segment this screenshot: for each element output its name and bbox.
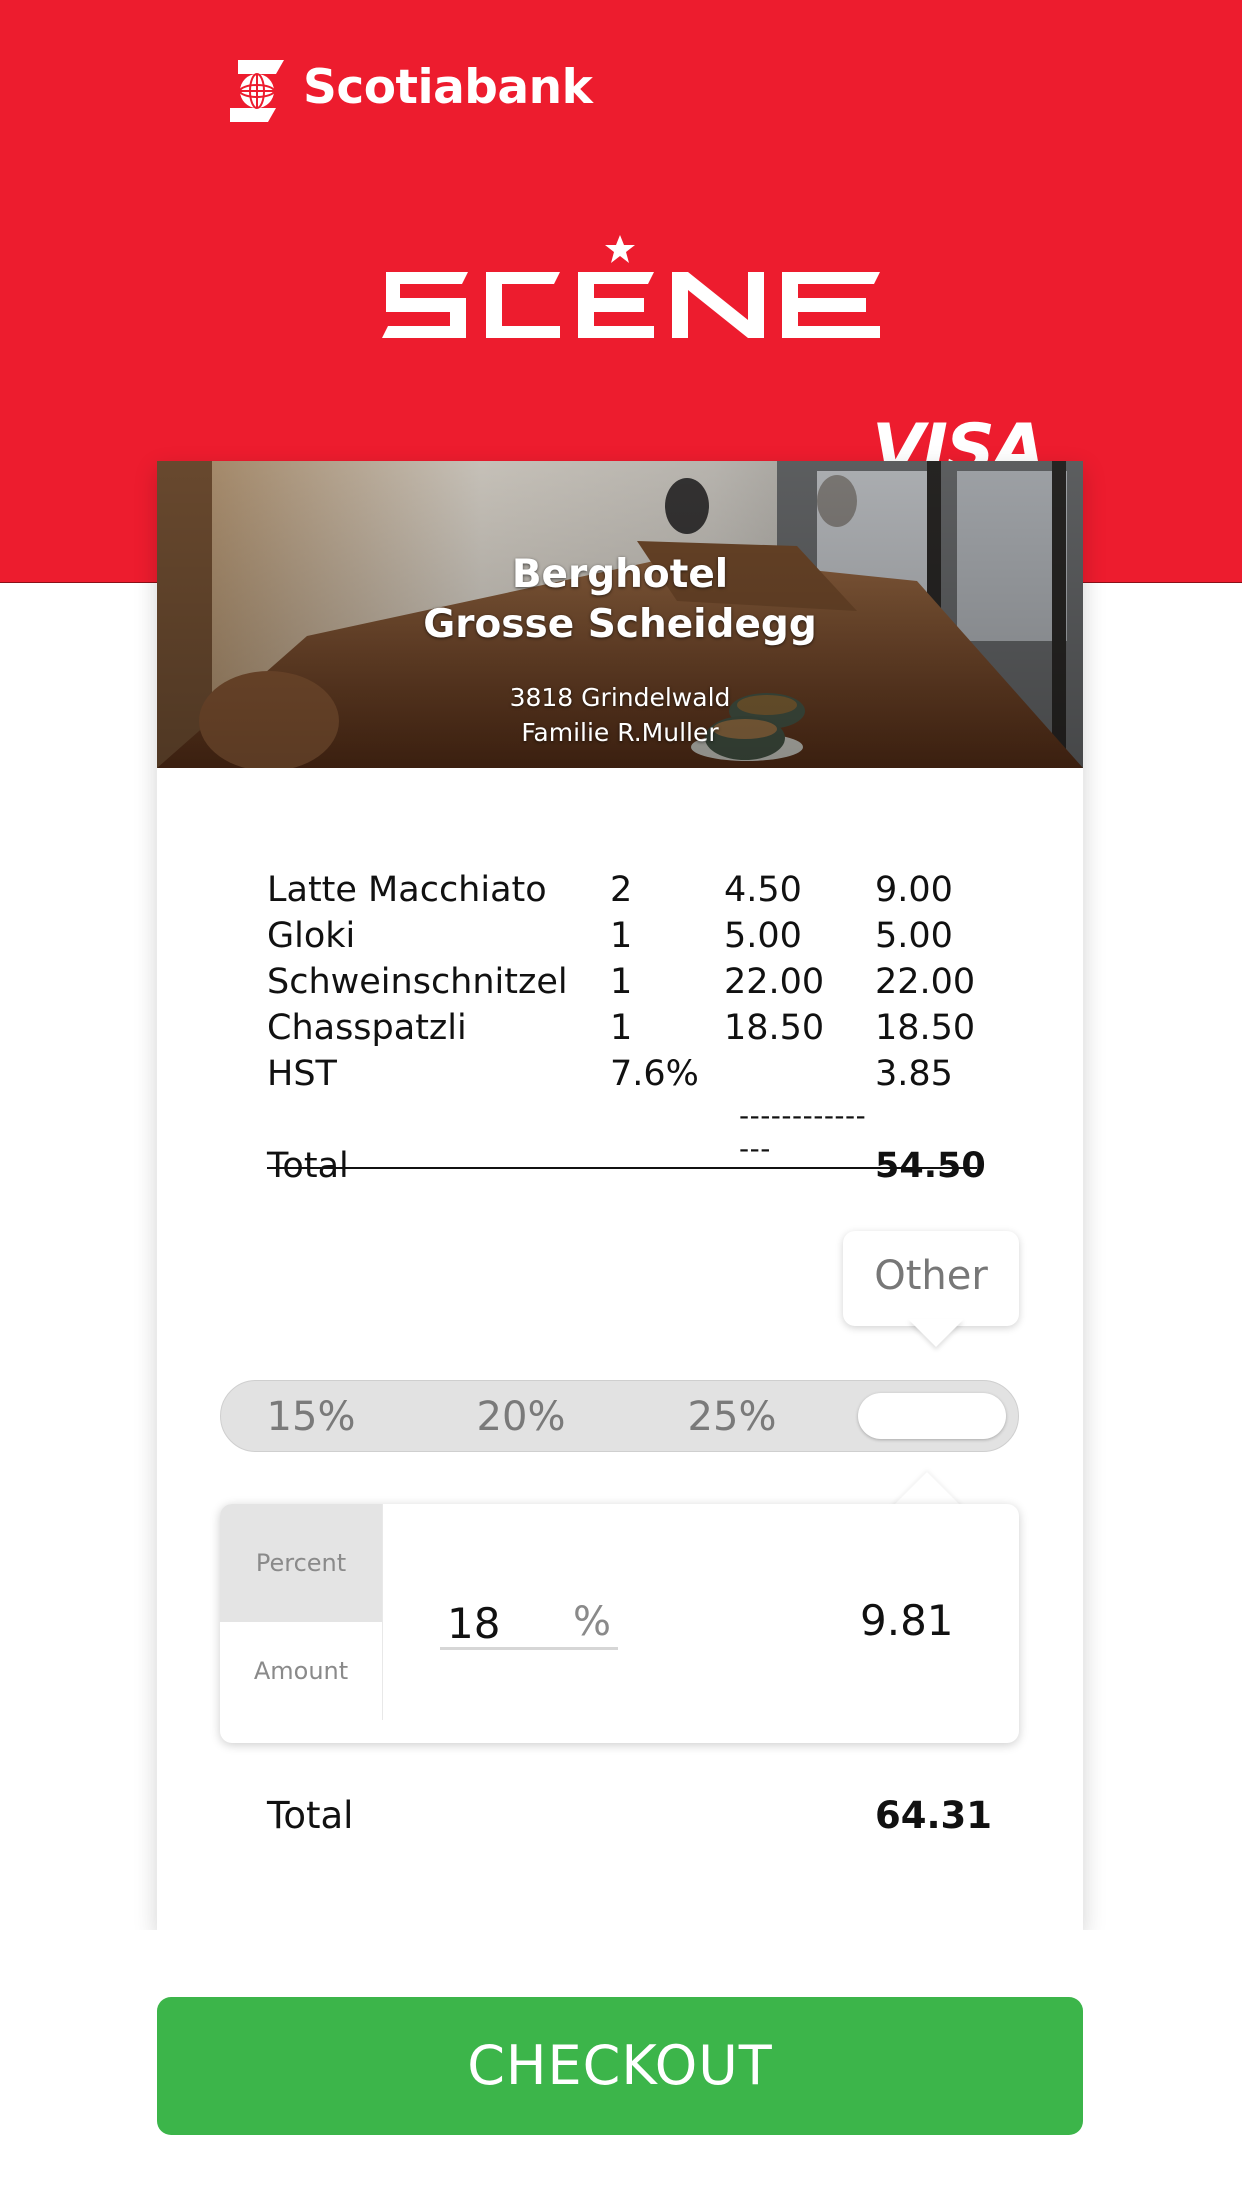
tab-divider xyxy=(382,1504,383,1720)
other-bubble-pointer xyxy=(908,1319,964,1347)
custom-tip-panel-pointer xyxy=(891,1472,963,1508)
custom-tip-panel: Percent Amount 18 % 9.81 xyxy=(220,1504,1019,1743)
grand-total-label: Total xyxy=(267,1794,354,1837)
item-name: Gloki xyxy=(267,916,356,956)
checkout-button[interactable]: CHECKOUT xyxy=(157,1997,1083,2135)
item-qty: 1 xyxy=(610,1008,633,1048)
merchant-address-line1: 3818 Grindelwald xyxy=(509,683,731,712)
merchant-name-line1: Berghotel xyxy=(511,552,729,597)
item-qty: 1 xyxy=(610,916,633,956)
receipt-row: Schweinschnitzel 1 22.00 22.00 xyxy=(267,959,987,1005)
item-unit-price: 22.00 xyxy=(724,962,825,1002)
item-total: 5.00 xyxy=(875,916,953,956)
subtotal-row: Total 54.50 xyxy=(267,1141,986,1191)
percent-symbol: % xyxy=(573,1599,612,1645)
tip-option-15[interactable]: 15% xyxy=(236,1381,386,1453)
subtotal-label: Total xyxy=(267,1146,349,1186)
merchant-address-line2: Familie R.Muller xyxy=(521,718,719,747)
grand-total-value: 64.31 xyxy=(875,1794,993,1837)
receipt-items: Latte Macchiato 2 4.50 9.00 Gloki 1 5.00… xyxy=(267,867,987,1097)
scene-logo xyxy=(382,272,880,338)
item-total: 22.00 xyxy=(875,962,976,1002)
item-total: 9.00 xyxy=(875,870,953,910)
other-tip-label: Other xyxy=(874,1253,988,1299)
item-unit-price: 4.50 xyxy=(724,870,802,910)
merchant-name: Berghotel Grosse Scheidegg xyxy=(157,550,1083,650)
tip-percent-input-underline xyxy=(440,1647,618,1650)
other-tip-bubble[interactable]: Other xyxy=(843,1231,1019,1326)
tip-option-other-knob[interactable] xyxy=(858,1393,1006,1439)
item-qty: 7.6% xyxy=(610,1054,699,1094)
bank-name: Scotiabank xyxy=(303,60,593,115)
tip-amount-value: 9.81 xyxy=(860,1596,954,1645)
tip-selector[interactable]: 15% 20% 25% xyxy=(220,1380,1019,1452)
tip-percent-input[interactable]: 18 xyxy=(447,1599,500,1648)
item-unit-price: 5.00 xyxy=(724,916,802,956)
receipt-card: Berghotel Grosse Scheidegg 3818 Grindelw… xyxy=(157,461,1083,1931)
subtotal-strike-line xyxy=(267,1167,977,1169)
subtotal-value: 54.50 xyxy=(875,1146,986,1186)
tip-option-25[interactable]: 25% xyxy=(657,1381,807,1453)
receipt-row: Gloki 1 5.00 5.00 xyxy=(267,913,987,959)
tab-amount[interactable]: Amount xyxy=(220,1622,382,1720)
item-total: 3.85 xyxy=(875,1054,953,1094)
tab-percent[interactable]: Percent xyxy=(220,1504,382,1622)
tip-option-20[interactable]: 20% xyxy=(446,1381,596,1453)
merchant-name-line2: Grosse Scheidegg xyxy=(423,602,817,647)
grand-total-row: Total 64.31 xyxy=(267,1791,992,1841)
merchant-address: 3818 Grindelwald Familie R.Muller xyxy=(157,680,1083,750)
item-name: Chasspatzli xyxy=(267,1008,467,1048)
item-name: Schweinschnitzel xyxy=(267,962,568,1002)
item-name: HST xyxy=(267,1054,337,1094)
item-qty: 2 xyxy=(610,870,633,910)
merchant-hero-image: Berghotel Grosse Scheidegg 3818 Grindelw… xyxy=(157,461,1083,768)
item-total: 18.50 xyxy=(875,1008,976,1048)
item-name: Latte Macchiato xyxy=(267,870,547,910)
scotiabank-globe-icon xyxy=(230,60,284,122)
item-unit-price: 18.50 xyxy=(724,1008,825,1048)
star-icon xyxy=(605,235,635,263)
receipt-row: Latte Macchiato 2 4.50 9.00 xyxy=(267,867,987,913)
item-qty: 1 xyxy=(610,962,633,1002)
receipt-row: Chasspatzli 1 18.50 18.50 xyxy=(267,1005,987,1051)
receipt-row-tax: HST 7.6% 3.85 xyxy=(267,1051,987,1097)
